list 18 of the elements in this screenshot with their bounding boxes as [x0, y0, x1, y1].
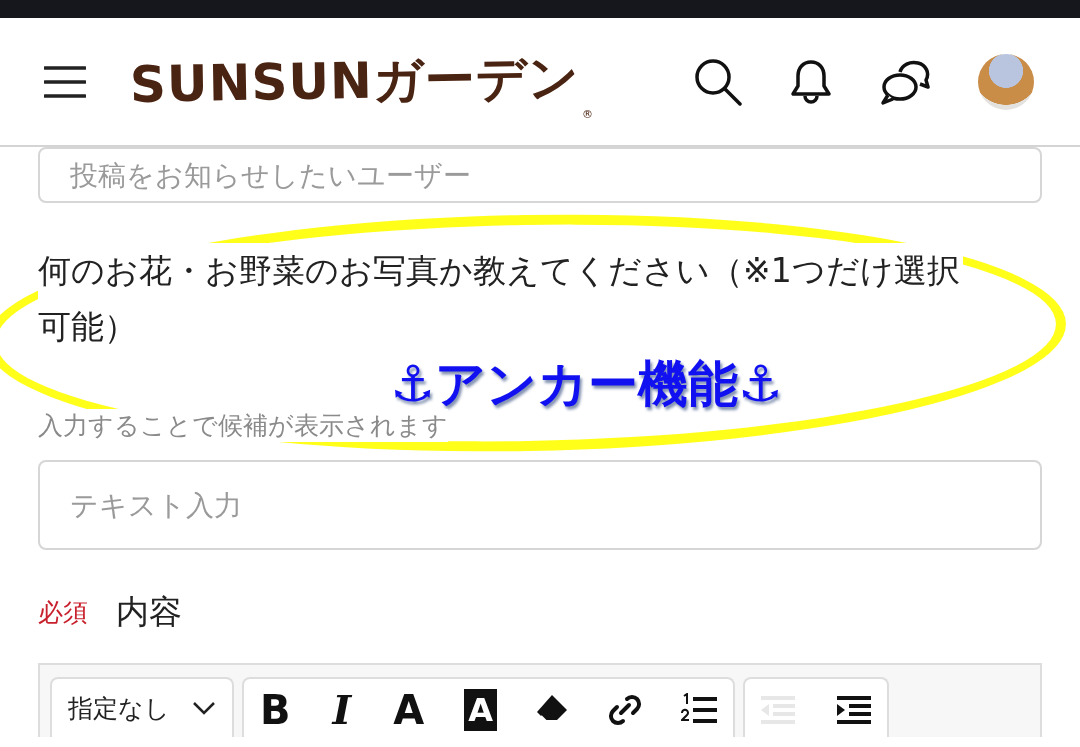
bell-icon[interactable]	[790, 57, 832, 106]
site-logo[interactable]: SUNSUNガーデン	[129, 44, 581, 119]
format-dropdown[interactable]: 指定なし	[50, 677, 234, 737]
text-input[interactable]: テキスト入力	[38, 460, 1042, 550]
highlight-button[interactable]: A	[464, 689, 497, 731]
mention-field[interactable]: 投稿をお知らせしたいユーザー	[38, 147, 1042, 203]
bold-button[interactable]: B	[258, 689, 293, 731]
field-hint: 入力することで候補が表示されます	[38, 409, 448, 442]
required-label: 必須	[38, 597, 88, 629]
registered-mark: ®	[581, 108, 593, 121]
chevron-down-icon	[192, 701, 216, 715]
field-label: 内容	[116, 591, 182, 633]
italic-button[interactable]: I	[330, 689, 354, 731]
text-color-button[interactable]: A	[391, 689, 427, 731]
indent-icon[interactable]	[834, 695, 873, 725]
annotation-text: ⚓アンカー機能⚓	[390, 359, 783, 409]
menu-icon[interactable]	[44, 65, 86, 98]
search-icon[interactable]	[694, 57, 742, 106]
